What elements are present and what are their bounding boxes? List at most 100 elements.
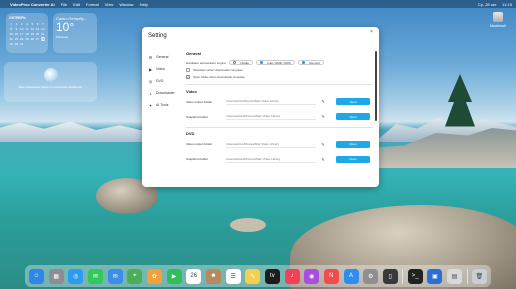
sidebar-item-general[interactable]: ⚙ General [146, 51, 184, 63]
folder-path-field[interactable]: /Users/admin/Movies/Mac Video Library [226, 141, 316, 148]
shutdown-label: Shutdown when downloads complete [193, 67, 243, 72]
assistant-widget[interactable]: Ваш помощник здесь по вопросам обработки [4, 62, 97, 102]
calendar-day: 16 [14, 32, 19, 36]
calendar-day: 21 [41, 32, 45, 36]
close-icon[interactable]: × [370, 29, 373, 35]
desktop-drive[interactable]: Macintosh [487, 12, 509, 28]
podcasts-icon[interactable]: ◉ [304, 268, 320, 284]
menu-view[interactable]: View [105, 2, 114, 7]
weather-condition: Облачно [56, 35, 69, 39]
open-button[interactable]: Open [336, 140, 370, 148]
folder-path-field[interactable]: /Users/admin/Movies/Mac Video Library [226, 98, 316, 105]
tv-icon[interactable]: tv [264, 268, 280, 284]
settings-icon[interactable]: ⚙ [363, 268, 379, 284]
window-title: Setting [148, 33, 167, 39]
dock-separator [466, 268, 468, 284]
weather-temp: 10° [56, 20, 75, 34]
finder-icon[interactable]: ☺ [29, 268, 44, 284]
weather-widget[interactable]: Санкт-Петербу... 10° Облачно [53, 13, 97, 53]
menu-file[interactable]: File [61, 2, 67, 7]
video-snapshot-folder-row: Snapshot Folder /Users/admin/Pictures/Ma… [186, 112, 372, 122]
calendar-day: 20 [35, 32, 40, 36]
safari-icon[interactable]: ◎ [68, 268, 84, 284]
photos-icon[interactable]: ✿ [146, 268, 162, 284]
open-folder-label: Open folder when downloads complete [193, 74, 245, 79]
folder-path-field[interactable]: /Users/admin/Pictures/Mac Video Library [226, 156, 316, 163]
calendar-day: 23 [14, 37, 19, 41]
news-icon[interactable]: N [323, 268, 339, 284]
hw-option-nvidia[interactable]: Nvidia [228, 60, 253, 65]
calendar-day: 13 [35, 27, 40, 31]
mail-icon[interactable]: ✉ [107, 268, 123, 284]
video-output-folder-row: Video output Folder /Users/admin/Movies/… [186, 97, 372, 107]
calendar-grid: 1 2 3 4 5 6 7 8 9 10 11 12 13 14 15 16 17 18 19 20 21 22 23 24 2… [9, 22, 45, 46]
preview-icon[interactable]: ▤ [446, 268, 462, 284]
pencil-icon[interactable]: ✎ [316, 99, 330, 104]
calendar-day: 11 [25, 27, 29, 31]
maps-icon[interactable]: ⌖ [127, 268, 143, 284]
open-button[interactable]: Open [336, 98, 370, 105]
hardware-acceleration-label: Hardware acceleration engine [186, 60, 226, 65]
video-icon: ▶ [148, 66, 153, 72]
facetime-icon[interactable]: ▶ [166, 268, 182, 284]
calendar-widget[interactable]: ОКТЯБРЬ 1 2 3 4 5 6 7 8 9 10 11 12 13 14 15 16 17 18 19 20 2… [6, 13, 48, 53]
appstore-icon[interactable]: A [343, 268, 359, 284]
sidebar-item-label: Downloader [156, 91, 175, 95]
shutdown-option[interactable]: Shutdown when downloads complete [186, 66, 372, 73]
hw-option-intel-amd[interactable]: Intel / AMD / MAX [255, 60, 295, 65]
calendar-day: 26 [30, 37, 34, 41]
launchpad-icon[interactable]: ▦ [48, 268, 64, 284]
settings-content: General Hardware acceleration engine Nvi… [186, 51, 372, 183]
terminal-icon[interactable]: >_ [407, 268, 423, 284]
reminders-icon[interactable]: ☰ [225, 268, 241, 284]
calendar-day: 9 [15, 27, 18, 31]
sidebar-item-ai-tools[interactable]: ✦ AI Tools [146, 99, 184, 111]
menu-time[interactable]: 11:15 [502, 2, 512, 7]
menu-window[interactable]: Window [119, 2, 133, 7]
calendar-day: 22 [9, 37, 13, 41]
calendar-icon[interactable]: 26 [186, 268, 202, 284]
menu-edit[interactable]: Edit [73, 2, 80, 7]
folder-path-field[interactable]: /Users/admin/Pictures/Mac Video Library [226, 113, 316, 120]
calendar-day: 27 [35, 37, 40, 41]
music-icon[interactable]: ♪ [284, 268, 300, 284]
calendar-day: 14 [41, 27, 45, 31]
calendar-day: 5 [31, 22, 34, 26]
open-button[interactable]: Open [336, 113, 370, 120]
messages-icon[interactable]: ✉ [87, 268, 103, 284]
sidebar-item-downloader[interactable]: ⇣ Downloader [146, 87, 184, 99]
open-folder-option[interactable]: ✓ Open folder when downloads complete [186, 73, 372, 80]
calendar-day: 1 [10, 22, 12, 26]
menu-app-name[interactable]: VideoProc Converter AI [10, 2, 55, 7]
pencil-icon[interactable]: ✎ [316, 142, 330, 147]
hw-option-label: Remind [309, 60, 320, 65]
sidebar-item-label: AI Tools [156, 103, 169, 107]
download-icon: ⇣ [148, 90, 153, 96]
menu-help[interactable]: Help [140, 2, 148, 7]
contacts-icon[interactable]: ☻ [205, 268, 221, 284]
sidebar-item-dvd[interactable]: ◎ DVD [146, 75, 184, 87]
radio-selected-icon [259, 60, 264, 65]
pencil-icon[interactable]: ✎ [316, 114, 330, 119]
notes-icon[interactable]: ✎ [245, 268, 261, 284]
trash-icon[interactable]: 🗑 [471, 268, 487, 284]
videoproc-icon[interactable]: ▣ [427, 268, 443, 284]
sidebar-item-label: DVD [156, 79, 164, 83]
menu-date[interactable]: Ср, 28 окт. [478, 2, 497, 7]
calendar-day: 19 [30, 32, 34, 36]
menu-format[interactable]: Format [86, 2, 99, 7]
hw-option-label: Nvidia [240, 60, 249, 65]
checkbox-open-folder[interactable]: ✓ [186, 74, 190, 79]
checkbox-shutdown[interactable] [186, 67, 190, 72]
dock: ☺ ▦ ◎ ✉ ✉ ⌖ ✿ ▶ 26 ☻ ☰ ✎ tv ♪ ◉ N A ⚙ ▯ >_ ▣ ▤ 🗑 [25, 265, 491, 287]
pencil-icon[interactable]: ✎ [316, 157, 330, 162]
ai-icon: ✦ [148, 102, 153, 108]
open-button[interactable]: Open [336, 155, 370, 163]
sidebar-item-video[interactable]: ▶ Video [146, 63, 184, 75]
hw-option-remind[interactable]: Remind [297, 60, 324, 65]
calendar-day: 24 [20, 37, 24, 41]
hw-option-label: Intel / AMD / MAX [267, 60, 291, 65]
section-title-video: Video [186, 88, 197, 94]
scrollbar[interactable] [375, 51, 377, 121]
iphone-mirroring-icon[interactable]: ▯ [382, 268, 398, 284]
